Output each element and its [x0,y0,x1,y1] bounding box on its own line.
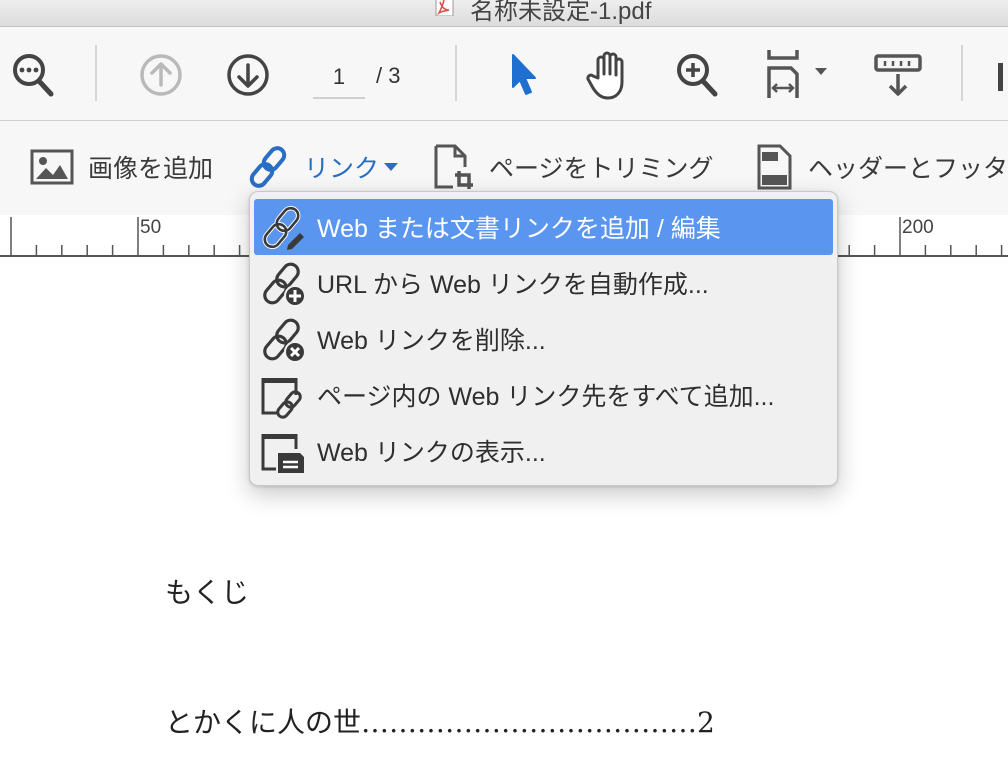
overflow-edge-icon [997,63,1003,91]
menu-item-label: URL から Web リンクを自動作成... [317,271,709,299]
fit-width-icon [767,50,827,98]
link-label: リンク [304,155,380,183]
link-edit-icon [262,205,304,250]
main-toolbar: / 3 [0,27,1008,121]
select-tool-button[interactable] [500,49,546,101]
header-footer-button[interactable]: ヘッダーとフッタ [756,143,1008,191]
menu-item-add-all-page-links[interactable]: ページ内の Web リンク先をすべて追加... [254,367,833,423]
find-button[interactable] [6,49,62,101]
pdf-file-icon [435,0,454,16]
toolbar-separator [95,45,97,101]
crop-page-icon [434,144,473,189]
arrow-up-circle-icon [140,54,182,96]
next-page-button[interactable] [224,51,272,99]
page-link-icon [261,378,302,419]
show-links-icon [261,434,304,473]
caret-down-icon [384,163,399,171]
page-number-input[interactable] [313,57,365,99]
link-remove-icon [263,318,306,363]
pointer-arrow-icon [512,54,536,95]
zoom-in-icon [677,54,718,97]
page-total-label: / 3 [376,63,401,88]
crop-pages-label: ページをトリミング [489,155,714,183]
crop-pages-button[interactable]: ページをトリミング [433,143,714,191]
link-button[interactable]: リンク [246,143,399,191]
hand-icon [586,51,624,100]
menu-item-remove-links[interactable]: Web リンクを削除... [254,311,833,367]
header-footer-label: ヘッダーとフッタ [808,155,1008,183]
menu-item-label: ページ内の Web リンク先をすべて追加... [317,383,775,411]
scroll-mode-icon [874,54,922,96]
link-chain-icon [249,146,287,188]
search-more-icon [13,54,54,97]
add-image-label: 画像を追加 [88,155,214,183]
menu-item-auto-create-links[interactable]: URL から Web リンクを自動作成... [254,255,833,311]
ruler-label-50: 50 [140,217,162,238]
menu-item-show-links[interactable]: Web リンクの表示... [254,423,833,479]
fit-page-button[interactable] [760,45,832,105]
arrow-down-circle-icon [227,54,269,96]
toolbar-separator [455,45,457,101]
window-title: 名称未設定-1.pdf [470,0,652,25]
toc-entry: とかくに人の世………………………………2 [165,706,715,739]
link-add-icon [263,262,306,307]
menu-item-label: Web または文書リンクを追加 / 編集 [317,215,721,243]
add-image-button[interactable]: 画像を追加 [30,143,213,191]
scroll-mode-button[interactable] [868,49,928,101]
header-footer-icon [757,144,792,190]
toc-heading: もくじ [165,576,250,609]
menu-item-label: Web リンクの表示... [317,439,546,467]
menu-item-label: Web リンクを削除... [317,327,546,355]
prev-page-button[interactable] [137,51,185,99]
zoom-in-button[interactable] [672,49,722,101]
hand-tool-button[interactable] [582,47,638,103]
image-icon [30,149,74,185]
toolbar-separator [961,45,963,101]
more-tools-button[interactable] [992,57,1008,97]
menu-item-add-edit-link[interactable]: Web または文書リンクを追加 / 編集 [254,199,833,255]
ruler-label-200: 200 [902,217,934,238]
link-dropdown-menu: Web または文書リンクを追加 / 編集 URL から Web リンクを自動作成… [249,191,838,486]
window-titlebar: 名称未設定-1.pdf [0,0,1008,27]
